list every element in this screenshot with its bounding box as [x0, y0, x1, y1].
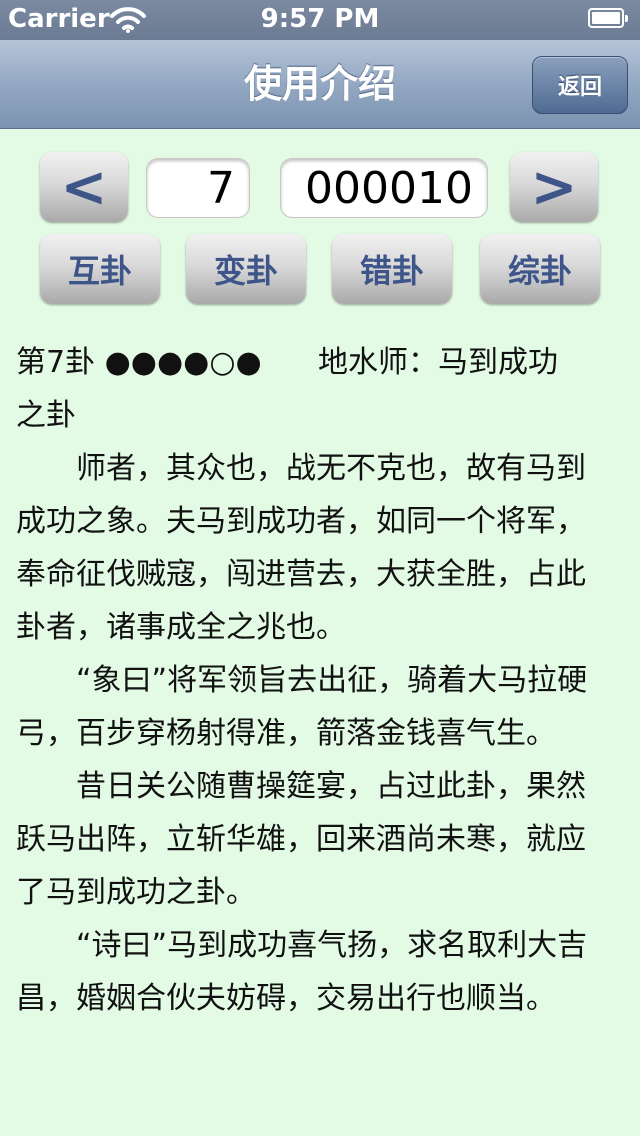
gua-heading-continuation: 之卦	[16, 398, 76, 433]
battery-icon	[588, 8, 628, 28]
status-time: 9:57 PM	[260, 4, 380, 34]
paragraph: 昔日关公随曹操筵宴，占过此卦，果然跃马出阵，立斩华雄，回来酒尚未寒，就应了马到成…	[16, 769, 586, 910]
gua-heading: 第7卦 ●●●●○● 地水师：马到成功	[16, 336, 612, 389]
zong-gua-button[interactable]: 综卦	[480, 234, 600, 304]
paragraph: “象曰”将军领旨去出征，骑着大马拉硬弓，百步穿杨射得准，箭落金钱喜气生。	[16, 663, 588, 751]
paragraph: “诗曰”马到成功喜气扬，求名取利大吉昌，婚姻合伙夫妨碍，交易出行也顺当。	[16, 928, 588, 1016]
bian-gua-button[interactable]: 变卦	[186, 234, 306, 304]
description-text: 第7卦 ●●●●○● 地水师：马到成功 之卦 师者，其众也，战无不克也，故有马到…	[16, 336, 612, 1025]
gua-heading-number: 第7卦 ●●●●○●	[16, 345, 262, 380]
paragraph: 师者，其众也，战无不克也，故有马到成功之象。夫马到成功者，如同一个将军，奉命征伐…	[16, 451, 586, 645]
cuo-gua-button[interactable]: 错卦	[332, 234, 452, 304]
prev-button[interactable]: <	[40, 152, 128, 222]
status-bar: Carrier 9:57 PM	[0, 0, 640, 40]
navigation-bar: 使用介绍 返回	[0, 40, 640, 129]
gua-heading-name: 地水师：马到成功	[318, 345, 558, 380]
hu-gua-button[interactable]: 互卦	[40, 234, 160, 304]
back-button[interactable]: 返回	[532, 56, 628, 114]
next-button[interactable]: >	[510, 152, 598, 222]
gua-number-field[interactable]: 7	[146, 158, 250, 218]
binary-code-field[interactable]: 000010	[280, 158, 488, 218]
